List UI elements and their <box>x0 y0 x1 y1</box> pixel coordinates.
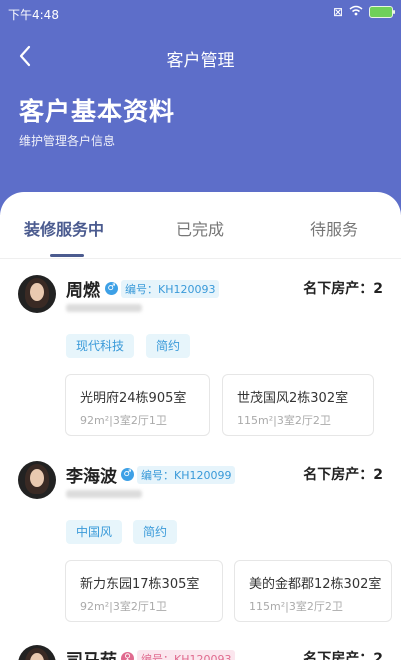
property-label: 名下房产： <box>303 651 374 660</box>
page-subtitle: 维护管理各户信息 <box>19 134 116 148</box>
tab-indicator <box>50 254 84 257</box>
customer-name: 司马茹 <box>66 646 117 660</box>
property-address: 光明府24栋905室 <box>80 391 187 406</box>
status-bar: 下午4:48 ⊠ <box>0 0 401 26</box>
property-card[interactable]: 新力东园17栋305室 92m²|3室2厅1卫 <box>65 560 223 622</box>
property-count: 名下房产：2 <box>303 464 383 484</box>
nav-bar: 客户管理 <box>0 38 401 74</box>
property-count-value: 2 <box>373 651 383 660</box>
gender-icon: ♀ <box>121 652 134 660</box>
customer-code: 编号：KH120093 <box>137 650 236 660</box>
style-tag: 简约 <box>146 334 191 358</box>
property-count-value: 2 <box>373 467 383 483</box>
customer-code: 编号：KH120099 <box>137 466 236 484</box>
avatar <box>18 645 56 660</box>
customer-code: 编号：KH120093 <box>121 280 220 298</box>
property-count: 名下房产：2 <box>303 278 383 298</box>
property-address: 美的金都郡12栋302室 <box>249 577 382 592</box>
status-time: 下午4:48 <box>8 8 59 22</box>
property-spec: 115m²|3室2厅2卫 <box>249 600 343 613</box>
nav-title: 客户管理 <box>166 51 235 71</box>
property-card[interactable]: 世茂国风2栋302室 115m²|3室2厅2卫 <box>222 374 374 436</box>
property-card[interactable]: 光明府24栋905室 92m²|3室2厅1卫 <box>65 374 210 436</box>
tab-in-service[interactable]: 装修服务中 <box>24 216 104 240</box>
tab-completed[interactable]: 已完成 <box>176 216 224 240</box>
avatar <box>18 461 56 499</box>
battery-icon <box>369 6 395 18</box>
status-icons: ⊠ <box>332 5 395 19</box>
page-title: 客户基本资料 <box>19 97 176 126</box>
property-label: 名下房产： <box>303 281 374 297</box>
customer-name: 周燃 <box>66 281 100 301</box>
property-count: 名下房产：2 <box>303 648 383 660</box>
property-spec: 115m²|3室2厅2卫 <box>237 414 331 427</box>
property-spec: 92m²|3室2厅1卫 <box>80 600 167 613</box>
style-tag: 现代科技 <box>66 334 135 358</box>
tab-pending[interactable]: 待服务 <box>310 216 358 240</box>
gender-icon: ♂ <box>105 282 118 295</box>
phone-number-redacted <box>66 304 142 312</box>
property-address: 世茂国风2栋302室 <box>237 391 349 406</box>
divider <box>0 258 401 259</box>
gender-icon: ♂ <box>121 468 134 481</box>
phone-number-redacted <box>66 490 142 498</box>
wifi-icon <box>349 5 363 19</box>
signal-x-icon: ⊠ <box>332 5 343 19</box>
tab-bar: 装修服务中 已完成 待服务 <box>0 202 401 257</box>
style-tag: 中国风 <box>66 520 123 544</box>
property-count-value: 2 <box>373 281 383 297</box>
header: 下午4:48 ⊠ 客户管理 客户基本资料 维护管理各户信息 <box>0 0 401 215</box>
avatar <box>18 275 56 313</box>
property-label: 名下房产： <box>303 467 374 483</box>
style-tag: 简约 <box>133 520 178 544</box>
content-sheet: 装修服务中 已完成 待服务 周燃 ♂ 编号：KH120093 名下房产：2 现代… <box>0 192 401 660</box>
property-address: 新力东园17栋305室 <box>80 577 200 592</box>
customer-name: 李海波 <box>66 467 117 487</box>
property-card[interactable]: 美的金都郡12栋302室 115m²|3室2厅2卫 <box>234 560 392 622</box>
property-spec: 92m²|3室2厅1卫 <box>80 414 167 427</box>
